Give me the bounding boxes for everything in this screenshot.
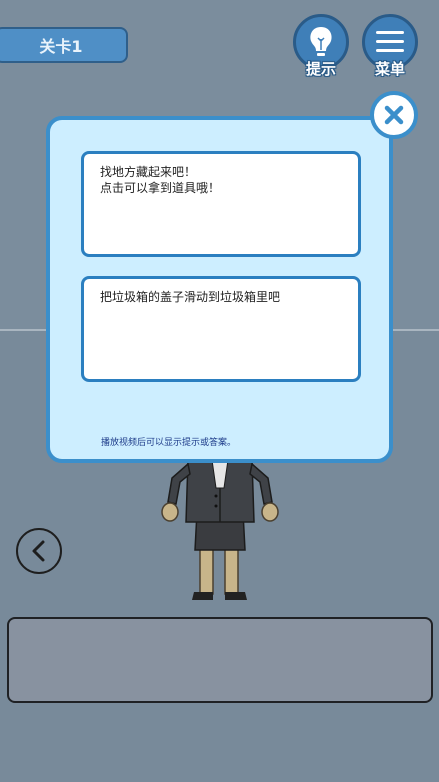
- hint-box-1[interactable]: 找地方藏起来吧！ 点击可以拿到道具哦！: [81, 151, 361, 257]
- close-button[interactable]: [370, 91, 418, 139]
- close-icon: [384, 105, 404, 125]
- video-hint-note: 播放视频后可以显示提示或答案。: [101, 438, 237, 448]
- item-inventory-bar[interactable]: [7, 617, 433, 703]
- hint-2-line-1: 把垃圾箱的盖子滑动到垃圾箱里吧: [100, 290, 281, 304]
- menu-label: 菜单: [374, 60, 405, 78]
- hint-1-line-2: 点击可以拿到道具哦！: [100, 181, 221, 195]
- hint-box-2[interactable]: 把垃圾箱的盖子滑动到垃圾箱里吧: [81, 276, 361, 382]
- hint-1-line-1: 找地方藏起来吧！: [100, 165, 197, 179]
- chevron-left-icon: [32, 540, 45, 562]
- back-button[interactable]: [16, 528, 62, 574]
- level-badge: 关卡1: [0, 27, 128, 63]
- hint-dialog: 找地方藏起来吧！ 点击可以拿到道具哦！ 把垃圾箱的盖子滑动到垃圾箱里吧 播放视频…: [46, 116, 393, 463]
- hint-label: 提示: [305, 60, 336, 78]
